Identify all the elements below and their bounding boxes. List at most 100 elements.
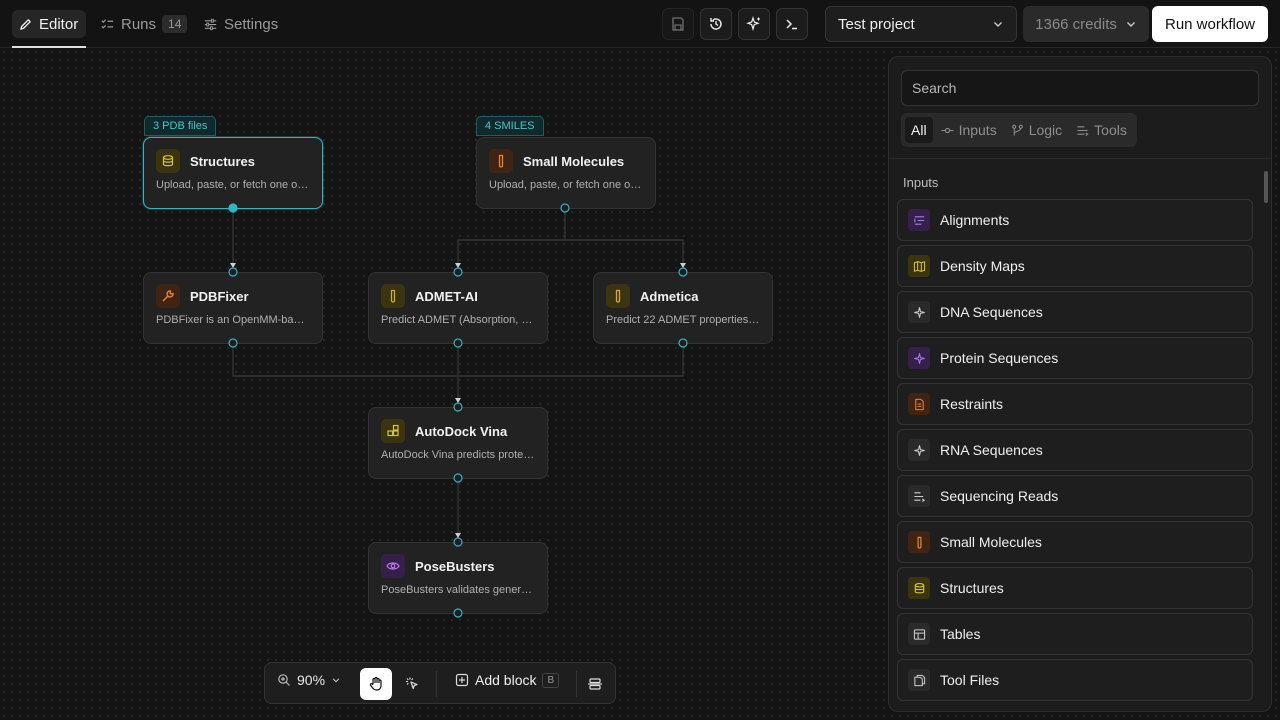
node-title: Structures [190,153,256,169]
section-title: Inputs [903,175,939,190]
toolbar-divider [436,671,437,697]
database-icon [908,577,930,599]
list-item-sequencing-reads[interactable]: Sequencing Reads [897,475,1253,517]
terminal-icon [786,19,797,30]
list-item-alignments[interactable]: Alignments [897,199,1253,241]
scrollbar-thumb[interactable] [1264,171,1268,203]
node-title: Admetica [640,288,699,304]
node-description: PoseBusters validates generated poses [381,584,535,596]
toolbar-divider [576,671,577,697]
canvas-toolbar: 90% Add block B [264,662,616,704]
zoom-level: 90% [297,672,326,688]
list-item-label: RNA Sequences [940,442,1043,458]
node-structures[interactable]: Structures Upload, paste, or fetch one o… [143,137,323,209]
blocks-icon [381,419,405,443]
list-item-label: Tables [940,626,981,642]
node-small-molecules[interactable]: Small Molecules Upload, paste, or fetch … [476,137,656,209]
zoom-control[interactable]: 90% [277,672,341,688]
filter-tools[interactable]: Tools [1070,117,1133,143]
list-item-label: Tool Files [940,672,1000,688]
workflow-editor-app: Editor Runs 14 Settings Test project 136… [0,0,1280,720]
block-list: Alignments Density Maps DNA Sequences Pr… [897,199,1253,705]
list-item-rna-sequences[interactable]: RNA Sequences [897,429,1253,471]
node-description: AutoDock Vina predicts protein-ligand bi… [381,449,535,461]
plus-square-icon [455,673,469,687]
sparkle-icon [908,439,930,461]
tab-editor[interactable]: Editor [12,10,86,38]
node-pdbfixer[interactable]: PDBFixer PDBFixer is an OpenMM-based str… [143,272,323,344]
sparkle-icon [908,301,930,323]
chevron-down-icon [332,678,340,683]
node-admet-ai[interactable]: ADMET-AI Predict ADMET (Absorption, Dist… [368,272,548,344]
chevron-down-icon [1126,22,1135,27]
credits-dropdown[interactable]: 1366 credits [1023,6,1149,42]
pencil-icon [20,18,31,30]
filter-all-label: All [911,122,927,138]
filter-tools-label: Tools [1094,122,1127,138]
list-item-label: Alignments [940,212,1010,228]
panel-divider [889,158,1271,159]
list-item-label: Restraints [940,396,1004,412]
list-item-density-maps[interactable]: Density Maps [897,245,1253,287]
run-workflow-button[interactable]: Run workflow [1152,6,1268,42]
list-item-tables[interactable]: Tables [897,613,1253,655]
wrench-icon [156,284,180,308]
tab-runs-label: Runs [121,15,157,33]
block-library-panel: All Inputs Logic Tools Inputs Alignments [888,56,1272,712]
test-tube-icon [489,149,513,173]
table-icon [908,623,930,645]
credits-label: 1366 credits [1035,15,1117,33]
search-input[interactable] [901,70,1259,106]
filter-logic[interactable]: Logic [1005,117,1068,143]
reads-icon [908,485,930,507]
history-button[interactable] [700,8,732,40]
list-item-label: DNA Sequences [940,304,1043,320]
select-tool-button[interactable] [396,668,428,700]
eye-icon [381,554,405,578]
list-item-dna-sequences[interactable]: DNA Sequences [897,291,1253,333]
tab-settings[interactable]: Settings [197,10,284,38]
pan-tool-button[interactable] [360,668,392,700]
node-description: Predict ADMET (Absorption, Distribution,… [381,314,535,326]
input-icon [941,127,954,133]
list-item-restraints[interactable]: Restraints [897,383,1253,425]
list-item-label: Density Maps [940,258,1025,274]
tab-editor-label: Editor [39,15,79,33]
terminal-button[interactable] [776,8,808,40]
node-autodock-vina[interactable]: AutoDock Vina AutoDock Vina predicts pro… [368,407,548,479]
project-select[interactable]: Test project [825,6,1017,42]
add-block-button[interactable]: Add block B [455,672,560,688]
test-tube-icon [381,284,405,308]
auto-layout-button[interactable] [579,668,611,700]
filter-inputs[interactable]: Inputs [935,117,1003,143]
sliders-icon [204,18,217,30]
list-item-structures[interactable]: Structures [897,567,1253,609]
node-posebusters[interactable]: PoseBusters PoseBusters validates genera… [368,542,548,614]
ai-assist-button[interactable] [738,8,770,40]
save-button[interactable] [662,8,694,40]
test-tube-icon [908,531,930,553]
list-item-protein-sequences[interactable]: Protein Sequences [897,337,1253,379]
node-title: ADMET-AI [415,288,478,304]
alignment-icon [908,209,930,231]
checklist-icon [101,18,114,29]
panel-scrollbar[interactable] [1262,159,1270,711]
branch-icon [1011,124,1023,136]
add-block-label: Add block [475,672,537,688]
list-item-label: Small Molecules [940,534,1042,550]
filter-all[interactable]: All [905,117,933,143]
node-title: PDBFixer [190,288,249,304]
database-icon [156,149,180,173]
filter-tabs: All Inputs Logic Tools [901,113,1137,147]
zoom-in-icon [278,674,290,686]
node-description: PDBFixer is an OpenMM-based structure pr… [156,314,310,326]
tab-runs[interactable]: Runs 14 [94,10,193,38]
list-item-label: Structures [940,580,1004,596]
node-description: Upload, paste, or fetch one or more smal… [489,179,643,191]
list-item-tool-files[interactable]: Tool Files [897,659,1253,701]
node-description: Upload, paste, or fetch one or more prot… [156,179,310,191]
project-name: Test project [838,15,915,33]
sparkle-icon [908,347,930,369]
list-item-small-molecules[interactable]: Small Molecules [897,521,1253,563]
node-admetica[interactable]: Admetica Predict 22 ADMET properties for… [593,272,773,344]
